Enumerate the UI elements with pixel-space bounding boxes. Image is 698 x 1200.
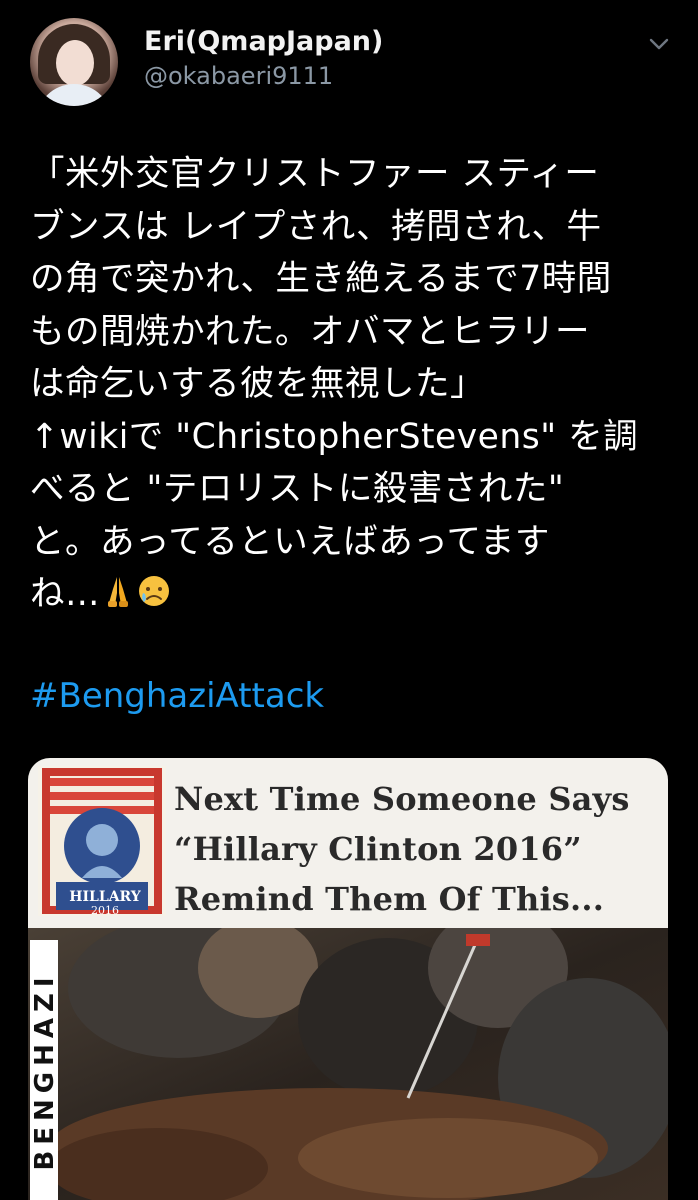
tweet-line-last: ね… bbox=[30, 568, 680, 621]
side-caption: BENGHAZI bbox=[30, 940, 60, 1200]
avatar-face bbox=[56, 40, 94, 86]
hashtag-link[interactable]: #BenghaziAttack bbox=[30, 673, 324, 719]
campaign-poster: HILLARY 2016 bbox=[38, 766, 166, 917]
sad-face-icon bbox=[139, 576, 169, 606]
media-image[interactable]: HILLARY 2016 Next Time Someone Says “Hil… bbox=[28, 758, 668, 1200]
author-display-name[interactable]: Eri(QmapJapan) bbox=[144, 26, 383, 57]
headline-line: Remind Them Of This... bbox=[174, 880, 605, 918]
tweet-line: ブンスは レイプされ、拷問され、牛 bbox=[30, 206, 602, 247]
tweet-line: 「米外交官クリストファー スティー bbox=[30, 154, 600, 194]
tweet-text: 「米外交官クリストファー スティー ブンスは レイプされ、拷問され、牛 の角で突… bbox=[30, 148, 680, 621]
tweet-line: の角で突かれ、生き絶えるまで7時間 bbox=[30, 259, 612, 299]
tweet-line: は命乞いする彼を無視した」 bbox=[30, 364, 485, 404]
poster-name: HILLARY bbox=[69, 889, 141, 905]
tweet-line: ↑wikiで "ChristopherStevens" を調 bbox=[30, 416, 639, 457]
folded-hands-icon bbox=[108, 577, 128, 607]
chevron-down-icon[interactable] bbox=[648, 36, 670, 52]
tweet-header: Eri(QmapJapan) @okabaeri9111 bbox=[0, 0, 698, 120]
avatar[interactable] bbox=[30, 18, 118, 106]
meme-photo bbox=[28, 928, 668, 1200]
headline-line: Next Time Someone Says bbox=[174, 780, 630, 818]
tweet-line: べると "テロリストに殺害された" bbox=[30, 469, 565, 509]
tweet-line: もの間焼かれた。オバマとヒラリー bbox=[30, 311, 590, 352]
tweet-line-ending: ね… bbox=[30, 574, 100, 614]
tweet-line: と。あってるといえばあってます bbox=[30, 521, 550, 562]
headline-line: “Hillary Clinton 2016” bbox=[174, 830, 582, 868]
author-handle[interactable]: @okabaeri9111 bbox=[144, 62, 333, 90]
meme-headline: Next Time Someone Says “Hillary Clinton … bbox=[174, 774, 630, 924]
side-caption-text: BENGHAZI bbox=[30, 971, 60, 1171]
poster-year: 2016 bbox=[91, 904, 119, 917]
avatar-shoulders bbox=[36, 84, 112, 106]
